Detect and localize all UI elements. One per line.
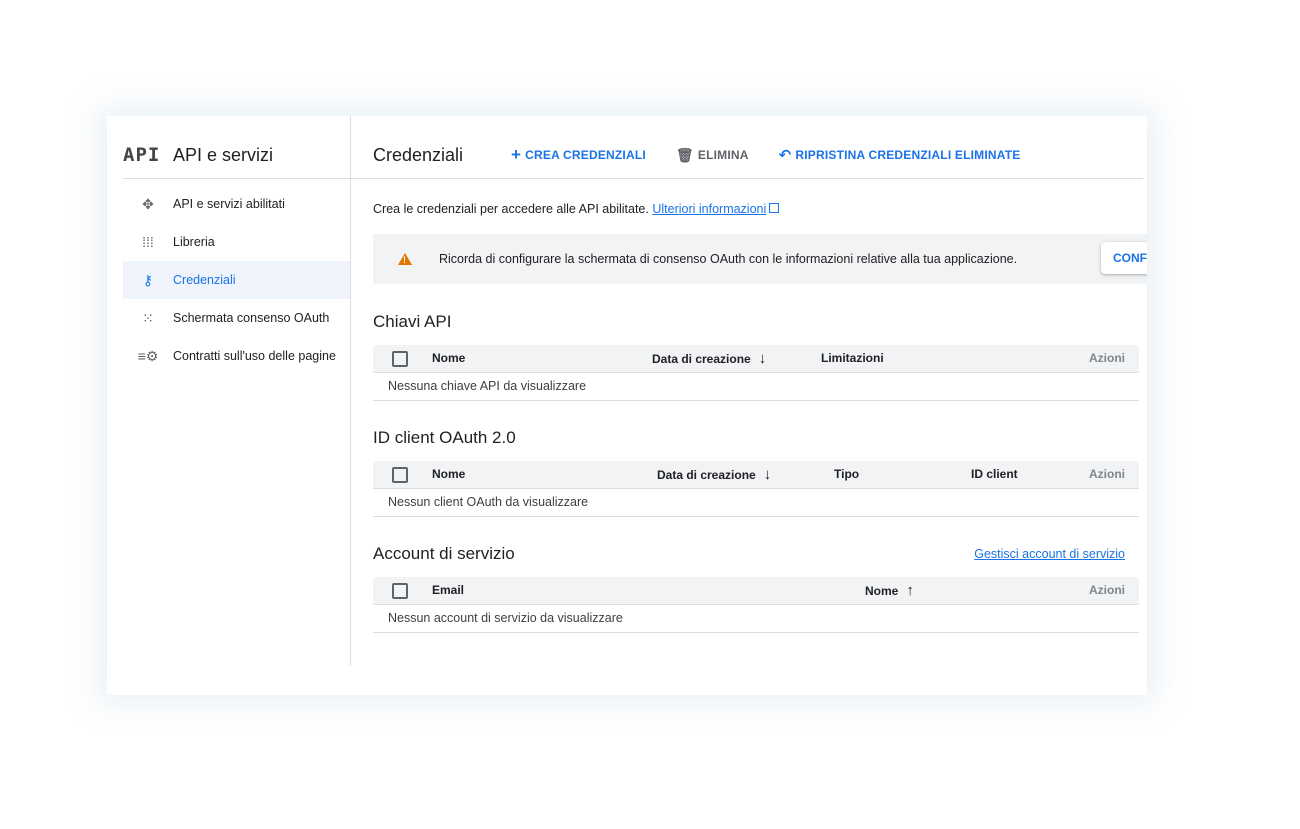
main-content: Credenziali + CREA CREDENZIALI 🗑 ELIMINA… [351,116,1147,695]
key-icon: ⚷ [142,271,154,288]
restore-deleted-credentials-button[interactable]: ↶ RIPRISTINA CREDENZIALI ELIMINATE [779,146,1021,164]
credentials-page: API API e servizi ✥ API e servizi abilit… [107,116,1147,695]
column-restrictions[interactable]: Limitazioni [821,345,884,372]
toolbar: Credenziali + CREA CREDENZIALI 🗑 ELIMINA… [351,132,1143,179]
column-name[interactable]: Nome ↑ [865,577,914,605]
select-all-checkbox[interactable] [392,351,408,367]
column-client-id[interactable]: ID client [971,461,1018,488]
column-label: Data di creazione [652,352,751,366]
plus-icon: + [511,145,522,164]
sidebar-nav: ✥ API e servizi abilitati ⁞⁞⁞ Libreria ⚷… [123,185,350,375]
column-email[interactable]: Email [432,577,464,604]
oauth-table: Nome Data di creazione ↓ Tipo ID client A… [373,461,1139,517]
settings-list-icon: ≡⚙ [137,347,159,364]
column-created-date[interactable]: Data di creazione ↓ [657,461,771,489]
sidebar-header: API API e servizi [123,132,350,179]
sidebar-item-oauth-consent[interactable]: ⁙ Schermata consenso OAuth [123,299,350,337]
library-icon: ⁞⁞⁞ [142,234,154,250]
manage-service-accounts-link[interactable]: Gestisci account di servizio [974,547,1125,561]
configure-consent-button[interactable]: CONFIGURA [1101,242,1147,274]
column-created-date[interactable]: Data di creazione ↓ [652,345,766,373]
sort-up-icon: ↑ [906,582,914,599]
table-header: Nome Data di creazione ↓ Tipo ID client A… [373,461,1139,489]
sidebar-item-page-usage-agreements[interactable]: ≡⚙ Contratti sull'uso delle pagine [123,337,350,375]
sidebar-item-enabled-apis[interactable]: ✥ API e servizi abilitati [123,185,350,223]
column-name[interactable]: Nome [432,345,465,372]
sort-down-icon: ↓ [763,466,772,483]
api-keys-table: Nome Data di creazione ↓ Limitazioni Azio… [373,345,1139,401]
column-label: Nome [865,584,899,598]
sidebar: API API e servizi ✥ API e servizi abilit… [107,116,351,666]
consent-icon: ⁙ [142,309,154,326]
undo-icon: ↶ [778,147,792,164]
service-accounts-table: Email Nome ↑ Azioni Nessun account di ser… [373,577,1139,633]
info-text: Crea le credenziali per accedere alle AP… [373,202,780,216]
learn-more-link[interactable]: Ulteriori informazioni [652,202,766,216]
table-header: Email Nome ↑ Azioni [373,577,1139,605]
column-actions: Azioni [1089,351,1125,365]
sidebar-item-label: API e servizi abilitati [173,197,285,211]
oauth-title: ID client OAuth 2.0 [373,428,516,447]
page-title: Credenziali [373,144,464,165]
sidebar-item-label: Credenziali [173,273,236,287]
trash-icon: 🗑 [675,146,694,163]
select-all-checkbox[interactable] [392,467,408,483]
column-label: Data di creazione [657,468,756,482]
sidebar-item-library[interactable]: ⁞⁞⁞ Libreria [123,223,350,261]
select-all-checkbox[interactable] [392,583,408,599]
sidebar-item-credentials[interactable]: ⚷ Credenziali [123,261,350,299]
delete-button[interactable]: 🗑 ELIMINA [676,147,749,164]
warning-icon: ! [398,253,412,265]
column-name[interactable]: Nome [432,461,465,488]
empty-row: Nessun account di servizio da visualizza… [373,605,1139,633]
info-description: Crea le credenziali per accedere alle AP… [373,202,649,216]
api-keys-title: Chiavi API [373,312,452,331]
sidebar-item-label: Contratti sull'uso delle pagine [173,349,336,363]
sidebar-item-label: Schermata consenso OAuth [173,311,330,325]
delete-label: ELIMINA [697,148,749,162]
api-logo: API [123,144,161,166]
external-link-icon [769,203,780,213]
table-header: Nome Data di creazione ↓ Limitazioni Azio… [373,345,1139,373]
sidebar-title: API e servizi [173,144,274,165]
create-credentials-button[interactable]: + CREA CREDENZIALI [511,145,646,165]
banner-text: Ricorda di configurare la schermata di c… [439,252,1018,266]
restore-label: RIPRISTINA CREDENZIALI ELIMINATE [795,148,1021,162]
sidebar-item-label: Libreria [173,235,215,249]
oauth-warning-banner: ! Ricorda di configurare la schermata di… [373,234,1147,284]
sort-down-icon: ↓ [758,350,767,367]
column-actions: Azioni [1089,467,1125,481]
api-icon: ✥ [142,195,154,212]
service-accounts-title: Account di servizio [373,544,515,563]
column-type[interactable]: Tipo [834,461,859,488]
empty-row: Nessuna chiave API da visualizzare [373,373,1139,401]
create-credentials-label: CREA CREDENZIALI [525,148,646,162]
column-actions: Azioni [1089,583,1125,597]
empty-row: Nessun client OAuth da visualizzare [373,489,1139,517]
